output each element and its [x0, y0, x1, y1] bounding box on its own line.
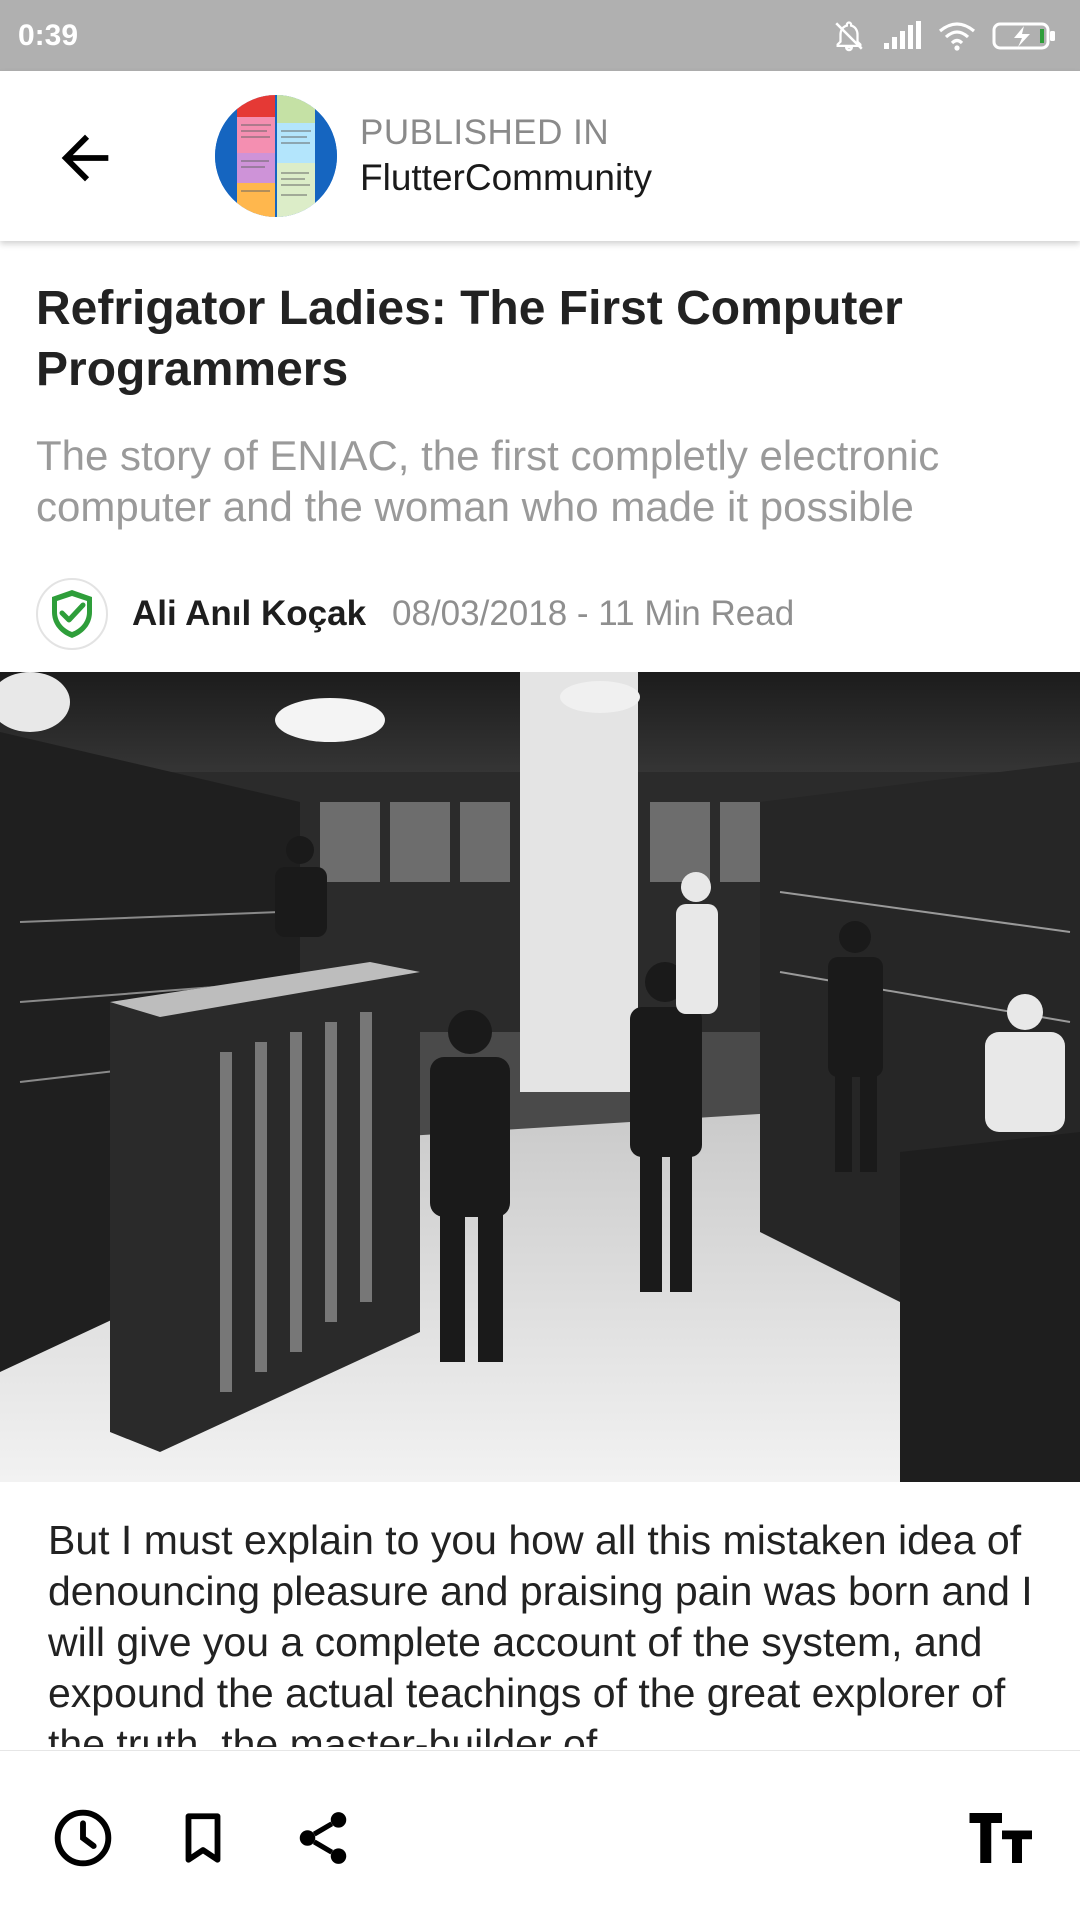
wifi-icon — [938, 21, 976, 51]
signal-icon — [882, 20, 922, 51]
text-size-button[interactable] — [962, 1803, 1042, 1873]
publication-logo[interactable] — [215, 95, 337, 217]
arrow-left-icon — [61, 134, 109, 182]
article-title: Refrigator Ladies: The First Computer Pr… — [36, 282, 903, 396]
author-row: Ali Anıl Koçak 08/03/2018 - 11 Min Read — [36, 578, 794, 650]
article-body: But I must explain to you how all this m… — [48, 1517, 1033, 1747]
share-icon — [299, 1812, 347, 1864]
shield-check-icon — [52, 590, 92, 638]
bookmark-button[interactable] — [168, 1803, 238, 1873]
status-bar: 0:39 — [0, 0, 1080, 71]
hero-image — [0, 672, 1080, 1482]
bell-off-icon — [832, 19, 866, 53]
read-later-button[interactable] — [48, 1803, 118, 1873]
author-avatar[interactable] — [36, 578, 108, 650]
publication-name[interactable]: FlutterCommunity — [360, 157, 652, 199]
history-clock-icon — [54, 1809, 112, 1867]
bookmark-icon — [185, 1813, 221, 1863]
share-button[interactable] — [288, 1803, 358, 1873]
bottom-action-bar — [0, 1750, 1080, 1920]
text-size-icon — [969, 1813, 1032, 1863]
article-screen: 0:39 PUBLISHED IN FlutterCommunity Refri… — [0, 0, 1080, 1920]
published-in-label: PUBLISHED IN — [360, 113, 610, 152]
author-name[interactable]: Ali Anıl Koçak — [132, 594, 366, 634]
app-bar: PUBLISHED IN FlutterCommunity — [0, 71, 1080, 241]
status-icons — [832, 19, 1058, 53]
article-subtitle: The story of ENIAC, the first completly … — [36, 432, 940, 530]
back-button[interactable] — [50, 123, 120, 193]
publication-info: PUBLISHED IN FlutterCommunity — [360, 113, 652, 199]
battery-charging-icon — [992, 21, 1058, 51]
status-time: 0:39 — [18, 18, 79, 52]
article-meta: 08/03/2018 - 11 Min Read — [392, 594, 795, 633]
